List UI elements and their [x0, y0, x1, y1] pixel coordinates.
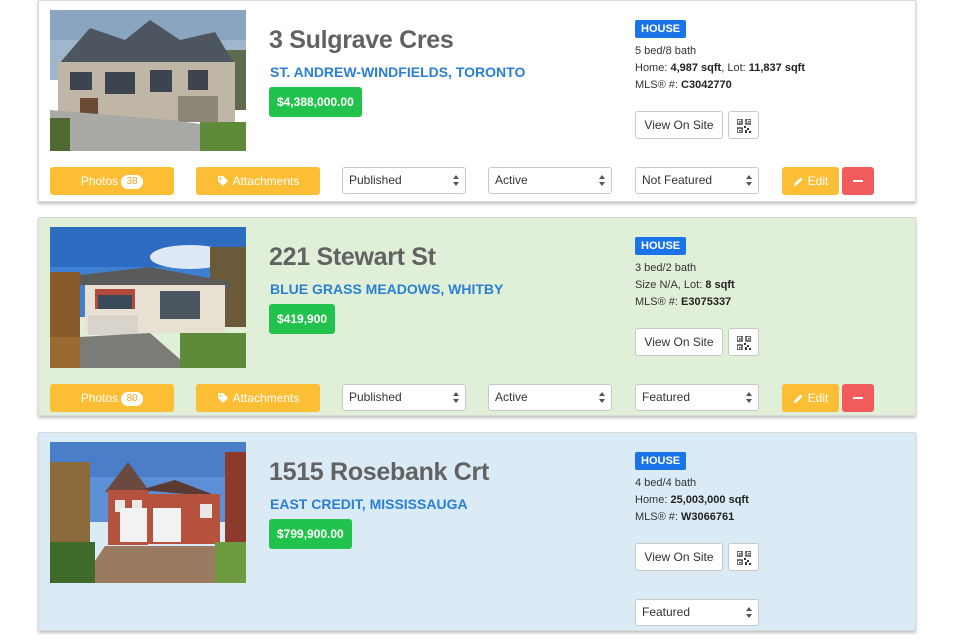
size-info: Home: 4,987 sqft, Lot: 11,837 sqft [635, 62, 805, 74]
size-mid: , Lot: [721, 62, 749, 74]
size-prefix: Home: [635, 494, 671, 506]
featured-select[interactable]: Featured [635, 384, 759, 411]
select-arrows-icon [453, 392, 459, 403]
mls-label: MLS® #: [635, 511, 682, 523]
tag-icon [217, 393, 228, 403]
published-value: Published [349, 390, 402, 404]
qr-code-button[interactable] [728, 543, 759, 571]
delete-button[interactable] [842, 384, 874, 412]
mls-info: MLS® #: E3075337 [635, 296, 731, 308]
photos-button[interactable]: Photos 80 [50, 384, 174, 412]
listing-area-link[interactable]: ST. ANDREW-WINDFIELDS, TORONTO [270, 64, 525, 80]
beds-baths: 4 bed/4 bath [635, 477, 697, 489]
view-on-site-button[interactable]: View On Site [635, 543, 723, 571]
edit-button[interactable]: Edit [782, 384, 839, 412]
price-badge: $419,900 [269, 304, 336, 334]
mls-number: W3066761 [681, 511, 735, 523]
view-on-site-button[interactable]: View On Site [635, 328, 723, 356]
featured-select[interactable]: Featured [635, 599, 759, 626]
size-prefix: Size N/A, Lot: [635, 279, 706, 291]
featured-value: Not Featured [642, 173, 713, 187]
mls-number: C3042770 [681, 79, 732, 91]
listing-photo[interactable] [50, 442, 246, 583]
size-home: 4,987 sqft [670, 62, 722, 74]
featured-select[interactable]: Not Featured [635, 167, 759, 194]
qr-code-icon [737, 119, 751, 133]
mls-info: MLS® #: W3066761 [635, 511, 734, 523]
select-arrows-icon [746, 607, 752, 618]
listing-title[interactable]: 221 Stewart St [269, 243, 436, 272]
beds-baths: 3 bed/2 bath [635, 262, 697, 274]
photos-label: Photos [80, 391, 119, 405]
attachments-label: Attachments [232, 174, 300, 188]
mls-label: MLS® #: [635, 296, 682, 308]
select-arrows-icon [599, 175, 605, 186]
attachments-label: Attachments [232, 391, 300, 405]
featured-value: Featured [642, 605, 691, 619]
status-select[interactable]: Active [488, 167, 612, 194]
pencil-icon [793, 177, 803, 186]
qr-code-icon [737, 336, 751, 350]
property-type-badge: HOUSE [635, 237, 687, 255]
photos-button[interactable]: Photos 38 [50, 167, 174, 195]
listing-card: 3 Sulgrave Cres ST. ANDREW-WINDFIELDS, T… [38, 0, 916, 202]
status-value: Active [495, 173, 528, 187]
listing-title[interactable]: 3 Sulgrave Cres [269, 26, 454, 55]
view-on-site-button[interactable]: View On Site [635, 111, 723, 139]
listing-card: 1515 Rosebank Crt EAST CREDIT, MISSISSAU… [38, 432, 916, 631]
pencil-icon [793, 394, 803, 403]
mls-label: MLS® #: [635, 79, 682, 91]
qr-code-button[interactable] [728, 328, 759, 356]
edit-label: Edit [807, 391, 829, 405]
size-prefix: Home: [635, 62, 671, 74]
status-select[interactable]: Active [488, 384, 612, 411]
select-arrows-icon [453, 175, 459, 186]
mls-number: E3075337 [681, 296, 732, 308]
listing-photo[interactable] [50, 227, 246, 368]
mls-info: MLS® #: C3042770 [635, 79, 732, 91]
listing-area-link[interactable]: EAST CREDIT, MISSISSAUGA [270, 496, 468, 512]
listing-photo[interactable] [50, 10, 246, 151]
published-value: Published [349, 173, 402, 187]
price-badge: $799,900.00 [269, 519, 352, 549]
photos-count-badge: 38 [121, 175, 144, 189]
edit-button[interactable]: Edit [782, 167, 839, 195]
size-home: 25,003,000 sqft [670, 494, 749, 506]
status-value: Active [495, 390, 528, 404]
size-lot: 8 sqft [705, 279, 735, 291]
qr-code-button[interactable] [728, 111, 759, 139]
photos-label: Photos [80, 174, 119, 188]
featured-value: Featured [642, 390, 691, 404]
size-lot: 11,837 sqft [748, 62, 806, 74]
tag-icon [217, 176, 228, 186]
property-type-badge: HOUSE [635, 452, 687, 470]
size-info: Size N/A, Lot: 8 sqft [635, 279, 735, 291]
size-info: Home: 25,003,000 sqft [635, 494, 749, 506]
select-arrows-icon [599, 392, 605, 403]
edit-label: Edit [807, 174, 829, 188]
published-select[interactable]: Published [342, 167, 466, 194]
attachments-button[interactable]: Attachments [196, 384, 320, 412]
qr-code-icon [737, 551, 751, 565]
price-badge: $4,388,000.00 [269, 87, 362, 117]
attachments-button[interactable]: Attachments [196, 167, 320, 195]
photos-count-badge: 80 [121, 392, 144, 406]
select-arrows-icon [746, 175, 752, 186]
listing-card: 221 Stewart St BLUE GRASS MEADOWS, WHITB… [38, 217, 916, 416]
delete-button[interactable] [842, 167, 874, 195]
published-select[interactable]: Published [342, 384, 466, 411]
property-type-badge: HOUSE [635, 20, 687, 38]
select-arrows-icon [746, 392, 752, 403]
beds-baths: 5 bed/8 bath [635, 45, 697, 57]
listing-title[interactable]: 1515 Rosebank Crt [269, 458, 489, 487]
listing-area-link[interactable]: BLUE GRASS MEADOWS, WHITBY [270, 281, 503, 297]
